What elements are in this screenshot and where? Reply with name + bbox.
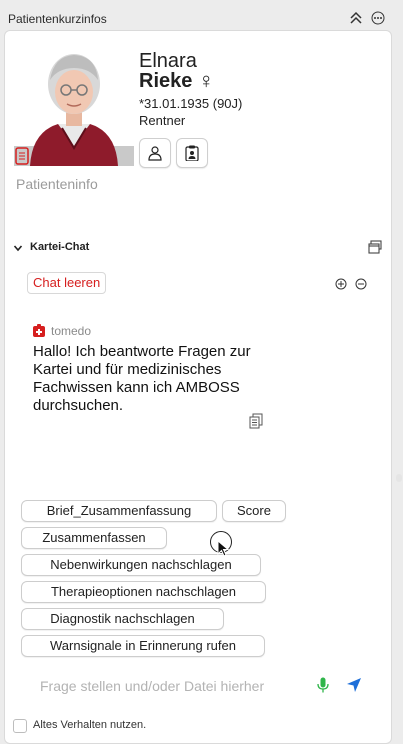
message-sender: tomedo [51,324,92,338]
window-stack-icon[interactable] [368,240,382,254]
suggestion-chip[interactable]: Diagnostik nachschlagen [21,608,224,630]
section-title-kartei-chat: Kartei-Chat [30,241,90,253]
send-icon[interactable] [346,677,362,693]
legacy-behavior-checkbox[interactable] [13,719,27,733]
patient-occupation: Rentner [139,113,186,128]
zoom-out-icon[interactable] [355,278,367,290]
clear-chat-button[interactable]: Chat leeren [27,272,107,294]
suggestion-chip[interactable]: Warnsignale in Erinnerung rufen [21,635,265,657]
scrollbar[interactable] [396,474,402,482]
zoom-in-icon[interactable] [335,278,347,290]
mouse-pointer-icon [217,540,230,557]
female-symbol: ♀ [198,68,215,93]
legacy-behavior-label: Altes Verhalten nutzen. [33,719,147,731]
titlebar: Patientenkurzinfos [0,0,403,30]
chat-message: Hallo! Ich beantworte Fragen zur Kartei … [33,343,251,414]
patient-info-field[interactable]: Patienteninfo [16,176,98,192]
double-chevron-up-icon[interactable] [349,11,363,25]
patient-profile-button[interactable] [139,138,171,168]
person-icon [148,146,162,161]
clipboard-person-icon [185,145,199,161]
patient-dob: *31.01.1935 (90J) [139,96,243,111]
window-title: Patientenkurzinfos [8,12,107,26]
copy-icon[interactable] [249,413,263,429]
chat-input[interactable]: Frage stellen und/oder Datei hierher [40,678,264,694]
tomedo-logo-icon [33,324,45,337]
patient-avatar [14,54,134,166]
suggestion-chip[interactable]: Score [222,500,286,522]
patient-record-button[interactable] [176,138,208,168]
suggestion-chip[interactable]: Therapieoptionen nachschlagen [21,581,266,603]
microphone-icon[interactable] [317,677,329,693]
patient-last-name: Rieke [139,70,193,92]
ellipsis-circle-icon[interactable] [371,11,385,25]
chevron-down-icon[interactable] [13,243,23,253]
suggestion-chip[interactable]: Zusammenfassen [21,527,167,549]
suggestion-chip[interactable]: Brief_Zusammenfassung [21,500,217,522]
